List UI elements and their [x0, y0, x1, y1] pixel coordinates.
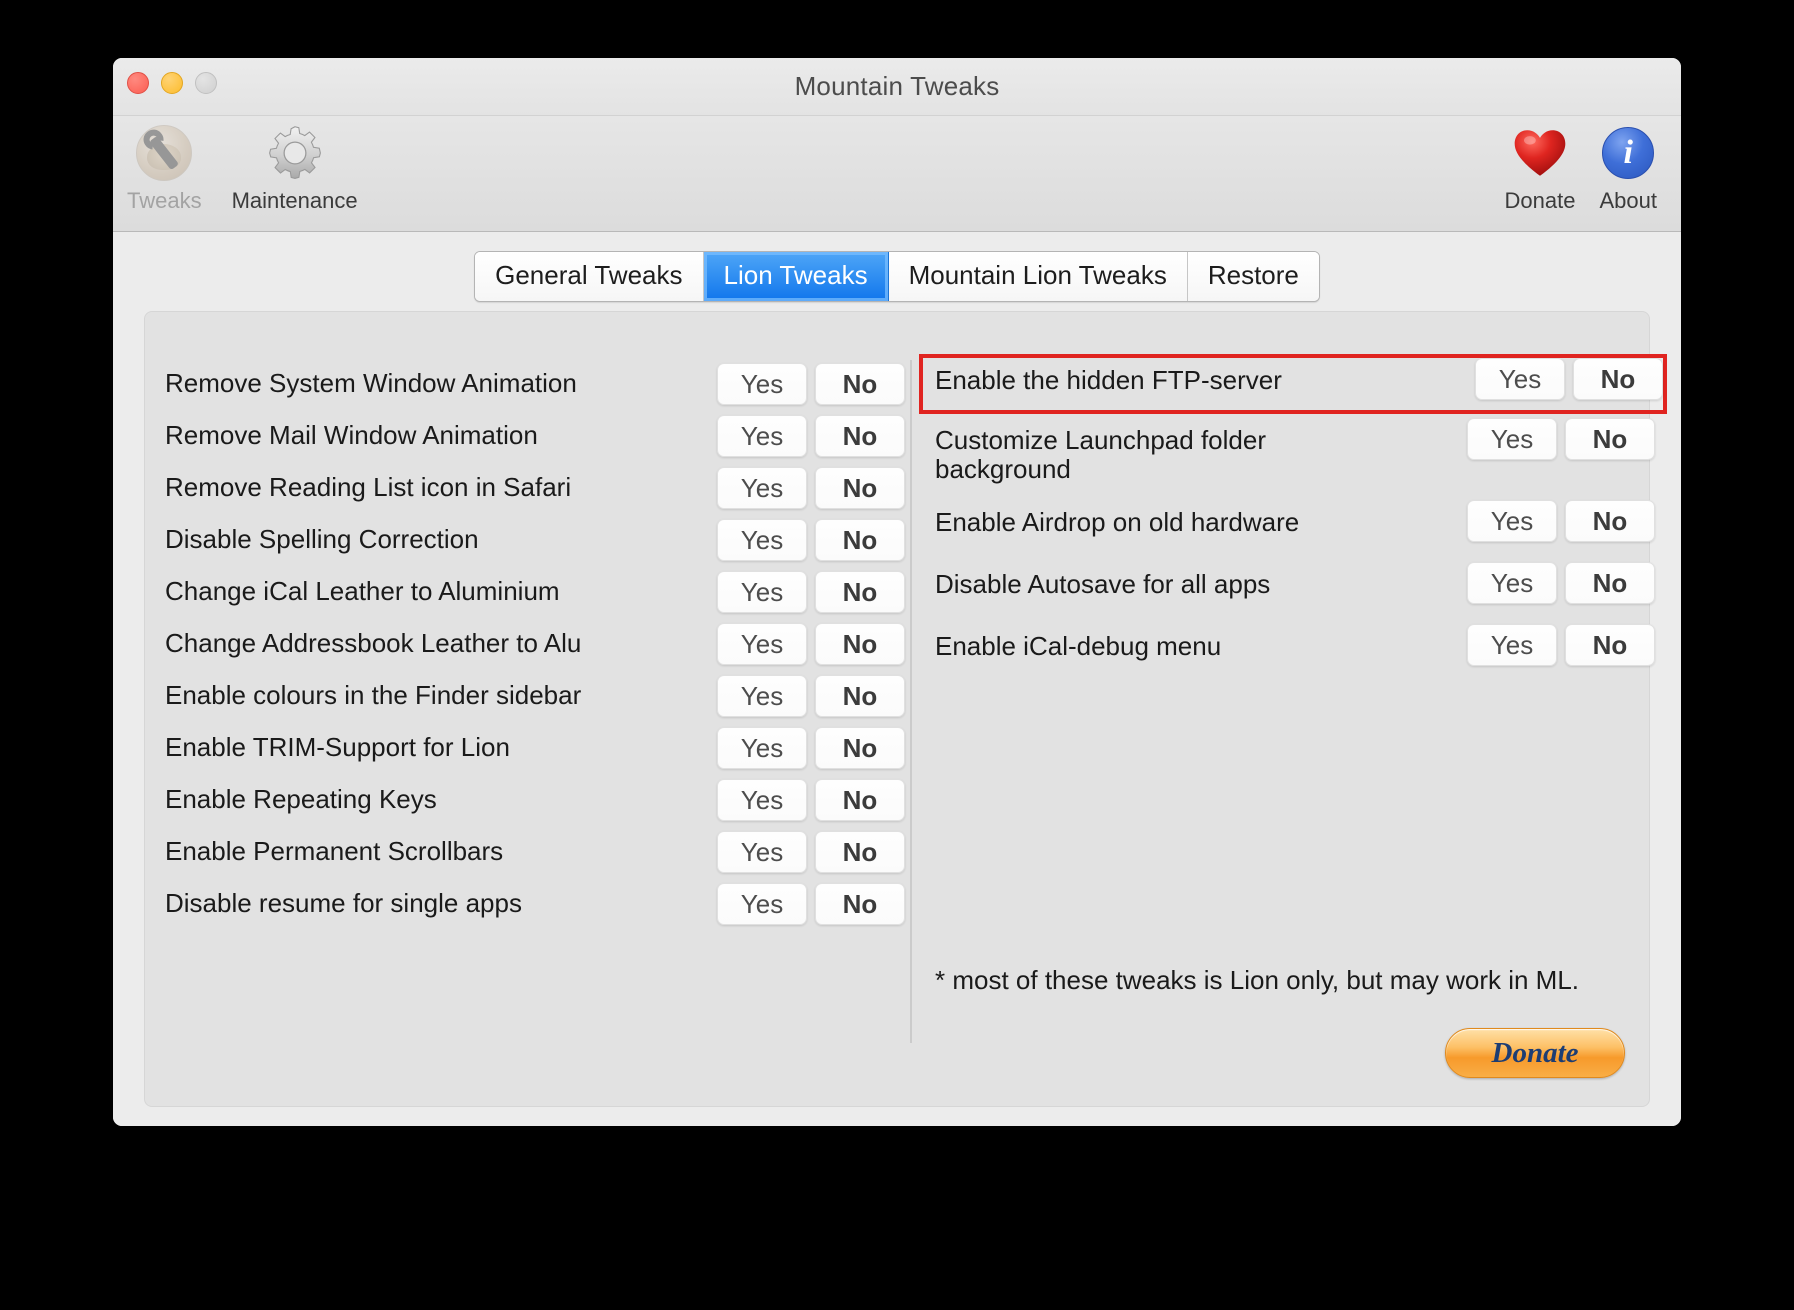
tweak-row-highlighted: Enable the hidden FTP-server Yes No [919, 354, 1667, 414]
no-button[interactable]: No [815, 467, 905, 509]
tweak-buttons: Yes No [717, 675, 905, 717]
column-divider [910, 360, 912, 1043]
tweak-label: Customize Launchpad folder background [935, 425, 1266, 485]
tweak-buttons: Yes No [717, 467, 905, 509]
yes-button[interactable]: Yes [1467, 562, 1557, 604]
no-button[interactable]: No [815, 883, 905, 925]
no-button[interactable]: No [1573, 358, 1663, 400]
no-button[interactable]: No [1565, 500, 1655, 542]
yes-button[interactable]: Yes [717, 883, 807, 925]
tweak-row: Remove System Window Animation Yes No [165, 358, 905, 410]
yes-button[interactable]: Yes [717, 571, 807, 613]
no-button[interactable]: No [815, 415, 905, 457]
tab-group: General Tweaks Lion Tweaks Mountain Lion… [474, 251, 1320, 302]
tweak-buttons: Yes No [717, 727, 905, 769]
info-icon-glyph: i [1602, 127, 1655, 179]
tweak-row: Disable Spelling Correction Yes No [165, 514, 905, 566]
yes-button[interactable]: Yes [1467, 500, 1557, 542]
no-button[interactable]: No [815, 363, 905, 405]
toolbar-item-donate-label: Donate [1504, 188, 1576, 213]
no-button[interactable]: No [1565, 562, 1655, 604]
tweak-row: Enable Repeating Keys Yes No [165, 774, 905, 826]
tweak-buttons: Yes No [717, 363, 905, 405]
tweak-row: Remove Mail Window Animation Yes No [165, 410, 905, 462]
tweak-buttons: Yes No [717, 779, 905, 821]
yes-button[interactable]: Yes [717, 415, 807, 457]
tweak-buttons: Yes No [1467, 500, 1655, 542]
no-button[interactable]: No [815, 727, 905, 769]
gear-icon [266, 122, 324, 184]
no-button[interactable]: No [1565, 418, 1655, 460]
right-tweaks-column: Enable the hidden FTP-server Yes No Cust… [919, 354, 1667, 686]
yes-button[interactable]: Yes [717, 779, 807, 821]
no-button[interactable]: No [815, 519, 905, 561]
toolbar-right-group: Donate i About [1505, 122, 1657, 214]
yes-button[interactable]: Yes [1467, 624, 1557, 666]
toolbar-item-maintenance[interactable]: Maintenance [232, 122, 358, 214]
tweak-buttons: Yes No [717, 883, 905, 925]
app-window: Mountain Tweaks Tweaks Maintenance Donat… [113, 58, 1681, 1126]
yes-button[interactable]: Yes [717, 623, 807, 665]
tab-mountain-lion-tweaks[interactable]: Mountain Lion Tweaks [888, 252, 1188, 301]
footnote-text: * most of these tweaks is Lion only, but… [935, 965, 1580, 995]
tweak-buttons: Yes No [1467, 562, 1655, 604]
yes-button[interactable]: Yes [717, 831, 807, 873]
tweak-buttons: Yes No [717, 415, 905, 457]
toolbar-item-tweaks-label: Tweaks [127, 188, 202, 213]
tweak-buttons: Yes No [717, 519, 905, 561]
heart-icon [1513, 122, 1567, 184]
tweak-buttons: Yes No [1475, 358, 1663, 400]
donate-button[interactable]: Donate [1445, 1028, 1625, 1078]
tweak-row: Enable Permanent Scrollbars Yes No [165, 826, 905, 878]
tweaks-icon [136, 122, 193, 184]
no-button[interactable]: No [815, 571, 905, 613]
tweak-row: Change iCal Leather to Aluminium Yes No [165, 566, 905, 618]
tweak-row: Enable Airdrop on old hardware Yes No [935, 500, 1655, 562]
toolbar-item-donate[interactable]: Donate [1505, 122, 1576, 214]
tweak-row: Remove Reading List icon in Safari Yes N… [165, 462, 905, 514]
toolbar: Tweaks Maintenance Donate i About [113, 116, 1681, 232]
yes-button[interactable]: Yes [717, 467, 807, 509]
yes-button[interactable]: Yes [717, 727, 807, 769]
yes-button[interactable]: Yes [1467, 418, 1557, 460]
title-bar: Mountain Tweaks [113, 58, 1681, 116]
tweaks-panel: Remove System Window Animation Yes No Re… [144, 311, 1667, 1107]
yes-button[interactable]: Yes [717, 519, 807, 561]
yes-button[interactable]: Yes [1475, 358, 1565, 400]
no-button[interactable]: No [815, 779, 905, 821]
tweak-buttons: Yes No [1467, 624, 1655, 666]
tab-general-tweaks[interactable]: General Tweaks [475, 252, 704, 301]
yes-button[interactable]: Yes [717, 363, 807, 405]
yes-button[interactable]: Yes [717, 675, 807, 717]
info-icon: i [1602, 122, 1655, 184]
toolbar-item-about[interactable]: i About [1599, 122, 1658, 214]
content-area: General Tweaks Lion Tweaks Mountain Lion… [113, 232, 1681, 1126]
toolbar-item-tweaks[interactable]: Tweaks [127, 122, 202, 214]
tweak-row: Enable TRIM-Support for Lion Yes No [165, 722, 905, 774]
tweak-row: Disable Autosave for all apps Yes No [935, 562, 1655, 624]
tab-restore[interactable]: Restore [1187, 252, 1319, 301]
tab-lion-tweaks[interactable]: Lion Tweaks [703, 252, 889, 301]
no-button[interactable]: No [815, 623, 905, 665]
window-title: Mountain Tweaks [794, 71, 1000, 101]
no-button[interactable]: No [815, 675, 905, 717]
tweak-row: Customize Launchpad folder background Ye… [935, 418, 1655, 500]
toolbar-left-group: Tweaks Maintenance [127, 122, 358, 214]
tweak-buttons: Yes No [1467, 418, 1655, 460]
tweak-buttons: Yes No [717, 831, 905, 873]
left-tweaks-column: Remove System Window Animation Yes No Re… [165, 358, 905, 930]
tweak-buttons: Yes No [717, 623, 905, 665]
tab-bar: General Tweaks Lion Tweaks Mountain Lion… [113, 251, 1681, 302]
tweak-buttons: Yes No [717, 571, 905, 613]
tweak-row: Enable iCal-debug menu Yes No [935, 624, 1655, 686]
toolbar-item-about-label: About [1599, 188, 1658, 213]
tweak-row: Enable colours in the Finder sidebar Yes… [165, 670, 905, 722]
toolbar-item-maintenance-label: Maintenance [231, 188, 358, 213]
no-button[interactable]: No [815, 831, 905, 873]
tweak-row: Change Addressbook Leather to Alu Yes No [165, 618, 905, 670]
no-button[interactable]: No [1565, 624, 1655, 666]
tweak-row: Disable resume for single apps Yes No [165, 878, 905, 930]
